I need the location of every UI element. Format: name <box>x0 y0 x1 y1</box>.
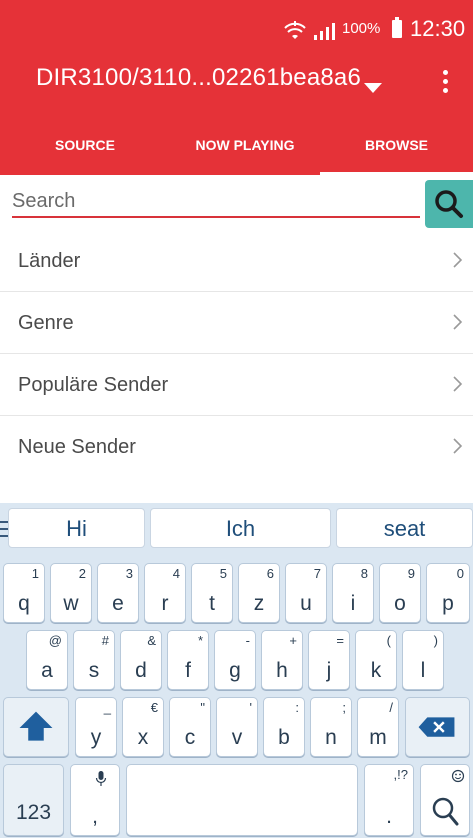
backspace-key[interactable] <box>405 697 470 757</box>
app-bar: 100% 12:30 DIR3100/3110...02261bea8a6 SO… <box>0 0 473 175</box>
chevron-right-icon <box>453 376 463 392</box>
key-c[interactable]: " c <box>169 697 211 757</box>
key-n[interactable]: ; n <box>310 697 352 757</box>
browse-list: Länder Genre Populäre Sender Neue Sender <box>0 230 473 478</box>
key-z[interactable]: 6z <box>238 563 280 623</box>
key-u[interactable]: 7u <box>285 563 327 623</box>
emoji-icon <box>451 769 465 783</box>
key-g[interactable]: -g <box>214 630 256 690</box>
search-button[interactable] <box>425 180 473 228</box>
key-e[interactable]: 3e <box>97 563 139 623</box>
tab-browse[interactable]: BROWSE <box>320 120 473 175</box>
search-icon <box>432 797 459 826</box>
key-t[interactable]: 5t <box>191 563 233 623</box>
list-item-laender[interactable]: Länder <box>0 230 473 292</box>
key-b[interactable]: :b <box>263 697 305 757</box>
signal-icon <box>314 23 335 40</box>
key-l[interactable]: ) l <box>402 630 444 690</box>
active-tab-indicator <box>320 172 473 175</box>
key-y[interactable]: _ y <box>75 697 117 757</box>
period-key[interactable]: ,!? . <box>364 764 414 836</box>
suggestion-3[interactable]: seat <box>336 508 473 548</box>
key-h[interactable]: + h <box>261 630 303 690</box>
list-item-neue-sender[interactable]: Neue Sender <box>0 416 473 478</box>
key-w[interactable]: 2w <box>50 563 92 623</box>
suggestion-bar: Hi Ich seat <box>0 503 473 561</box>
list-item-label: Neue Sender <box>18 436 136 458</box>
key-o[interactable]: 9o <box>379 563 421 623</box>
tab-source[interactable]: SOURCE <box>0 120 170 175</box>
list-item-label: Länder <box>18 250 81 272</box>
key-d[interactable]: & d <box>120 630 162 690</box>
list-item-label: Genre <box>18 312 74 334</box>
search-icon <box>435 190 463 218</box>
numbers-key[interactable]: 123 <box>3 764 64 836</box>
status-bar: 100% 12:30 <box>0 0 473 48</box>
device-selector-title[interactable]: DIR3100/3110...02261bea8a6 <box>36 64 361 92</box>
chevron-right-icon <box>453 252 463 268</box>
wifi-icon <box>284 21 306 39</box>
key-m[interactable]: / m <box>357 697 399 757</box>
key-q[interactable]: 1q <box>3 563 45 623</box>
key-v[interactable]: ' v <box>216 697 258 757</box>
search-input[interactable] <box>12 186 420 218</box>
key-a[interactable]: @ a <box>26 630 68 690</box>
chevron-right-icon <box>453 438 463 454</box>
key-p[interactable]: 0p <box>426 563 470 623</box>
search-action-key[interactable] <box>420 764 470 836</box>
key-k[interactable]: (k <box>355 630 397 690</box>
suggestion-2[interactable]: Ich <box>150 508 331 548</box>
overflow-menu-icon[interactable] <box>440 70 450 96</box>
tab-now-playing[interactable]: NOW PLAYING <box>170 120 320 175</box>
tab-bar: SOURCE NOW PLAYING BROWSE <box>0 120 473 175</box>
space-key[interactable] <box>126 764 358 836</box>
clock: 12:30 <box>410 16 466 41</box>
key-r[interactable]: 4r <box>144 563 186 623</box>
key-f[interactable]: * f <box>167 630 209 690</box>
battery-icon <box>392 17 402 38</box>
shift-arrow-icon <box>19 711 53 741</box>
battery-percent: 100% <box>342 20 381 37</box>
dropdown-arrow-icon[interactable] <box>364 83 382 93</box>
list-item-populaere-sender[interactable]: Populäre Sender <box>0 354 473 416</box>
key-j[interactable]: = j <box>308 630 350 690</box>
chevron-right-icon <box>453 314 463 330</box>
list-item-genre[interactable]: Genre <box>0 292 473 354</box>
key-x[interactable]: € x <box>122 697 164 757</box>
list-item-label: Populäre Sender <box>18 374 169 396</box>
soft-keyboard: Hi Ich seat 1q 2w 3e 4r 5t 6z 7u 8i 9o 0… <box>0 503 473 838</box>
suggestion-1[interactable]: Hi <box>8 508 145 548</box>
backspace-icon <box>418 717 455 737</box>
comma-key[interactable]: , <box>70 764 120 836</box>
key-s[interactable]: # s <box>73 630 115 690</box>
shift-key[interactable] <box>3 697 69 757</box>
key-i[interactable]: 8i <box>332 563 374 623</box>
microphone-icon <box>95 771 107 786</box>
